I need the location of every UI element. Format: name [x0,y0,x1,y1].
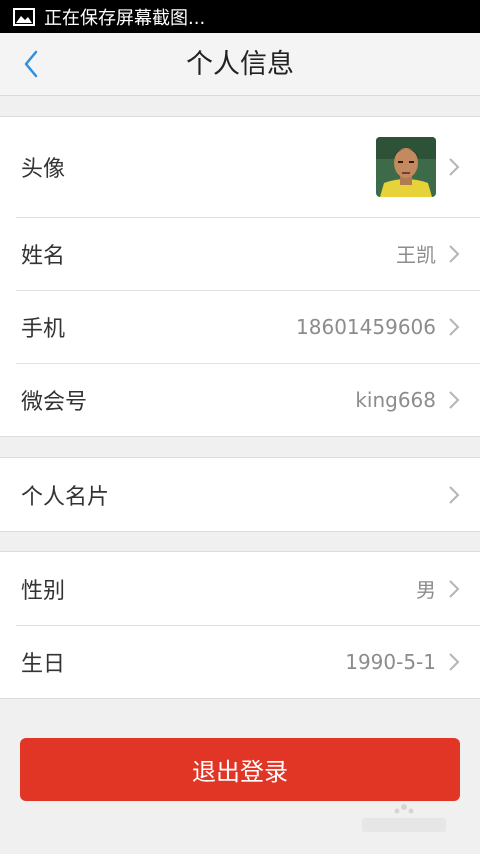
gender-value: 男 [416,578,436,602]
chevron-right-icon [449,652,460,671]
business-card-group: 个人名片 [0,457,480,532]
name-value: 王凯 [396,243,436,267]
chevron-right-icon [449,317,460,336]
name-row[interactable]: 姓名 王凯 [0,217,480,290]
birthday-label: 生日 [21,651,66,677]
logout-button[interactable]: 退出登录 [20,738,460,801]
chevron-right-icon [449,158,460,176]
profile-group: 头像 姓名 王凯 手机 18601459606 微会号 king668 [0,116,480,437]
avatar [376,137,436,197]
birthday-value: 1990-5-1 [345,649,436,674]
avatar-row[interactable]: 头像 [0,117,480,217]
chevron-right-icon [449,579,460,598]
weihui-id-row[interactable]: 微会号 king668 [0,363,480,436]
page-title: 个人信息 [186,49,294,80]
status-notification-text: 正在保存屏幕截图... [44,7,206,29]
image-icon [13,7,35,26]
weihui-id-label: 微会号 [21,389,88,415]
watermark-logo [362,804,446,832]
phone-value: 18601459606 [296,314,436,339]
business-card-row[interactable]: 个人名片 [0,458,480,531]
birthday-row[interactable]: 生日 1990-5-1 [0,625,480,698]
business-card-label: 个人名片 [21,484,110,510]
name-label: 姓名 [21,243,66,269]
phone-row[interactable]: 手机 18601459606 [0,290,480,363]
chevron-right-icon [449,390,460,409]
avatar-label: 头像 [21,157,66,182]
nav-bar: 个人信息 [0,33,480,96]
status-bar: 正在保存屏幕截图... [0,0,480,33]
phone-label: 手机 [21,316,66,342]
weihui-id-value: king668 [355,387,436,412]
chevron-right-icon [449,485,460,504]
chevron-right-icon [449,244,460,263]
gender-label: 性别 [21,578,66,604]
details-group: 性别 男 生日 1990-5-1 [0,551,480,699]
gender-row[interactable]: 性别 男 [0,552,480,625]
